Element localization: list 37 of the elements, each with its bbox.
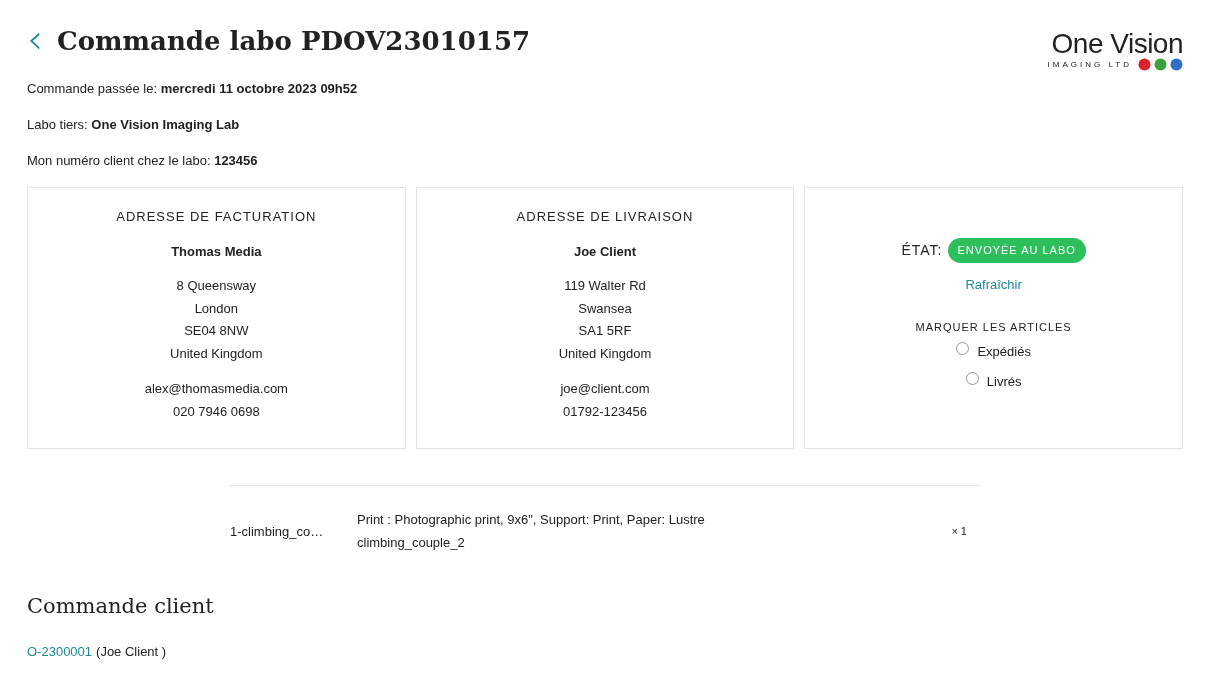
mark-title: MARQUER LES ARTICLES: [915, 319, 1072, 335]
status-badge: ENVOYÉE AU LABO: [947, 238, 1086, 263]
item-description: Print : Photographic print, 9x6", Support: Print, Paper: Lustre: [357, 511, 706, 529]
logo-name: One Vision: [1051, 30, 1183, 58]
file-name: 1-climbing_co…: [230, 522, 325, 541]
item-quantity: × 1: [950, 523, 968, 539]
contact-line: alex@thomasmedia.com: [144, 380, 288, 398]
info-line: Labo tiers: One Vision Imaging Lab: [27, 117, 241, 133]
order-link[interactable]: O-2300001: [27, 644, 93, 659]
address-line: London: [193, 299, 239, 318]
radio-option[interactable]: Expédiés: [956, 336, 1031, 367]
info-line: Mon numéro client chez le labo: 123456: [27, 153, 259, 169]
address-line: 119 Walter Rd: [563, 277, 647, 295]
contact-line: 020 7946 0698: [171, 402, 261, 421]
address-name: Joe Client: [573, 242, 637, 261]
card-title: ADRESSE DE LIVRAISON: [516, 208, 694, 226]
info-line: Commande passée le: mercredi 11 octobre 2023 09h52: [27, 81, 359, 97]
page-title: Commande labo PDOV23010157: [57, 26, 531, 56]
contact-line: 01792-123456: [562, 402, 648, 421]
radio-option[interactable]: Livrés: [965, 366, 1022, 397]
address-name: Thomas Media: [171, 242, 262, 261]
address-line: SE04 8NW: [183, 322, 250, 340]
address-line: Swansea: [577, 299, 633, 318]
logo-tagline: IMAGING LTD: [1047, 60, 1132, 69]
contact-line: joe@client.com: [560, 380, 650, 398]
status-label: ÉTAT:: [901, 241, 943, 261]
customer-name: (Joe Client ): [96, 644, 167, 659]
item-description: climbing_couple_2: [357, 534, 466, 552]
refresh-link[interactable]: Rafraîchir: [965, 274, 1022, 297]
logo-dots-icon: [1138, 58, 1183, 71]
address-line: United Kingdom: [558, 344, 652, 363]
card-title: ADRESSE DE FACTURATION: [116, 208, 317, 226]
back-button[interactable]: ‹: [27, 24, 43, 58]
address-line: United Kingdom: [170, 344, 263, 363]
address-line: SA1 5RF: [577, 322, 633, 340]
address-line: 8 Queensway: [175, 277, 258, 295]
section-heading: Commande client: [27, 594, 215, 618]
